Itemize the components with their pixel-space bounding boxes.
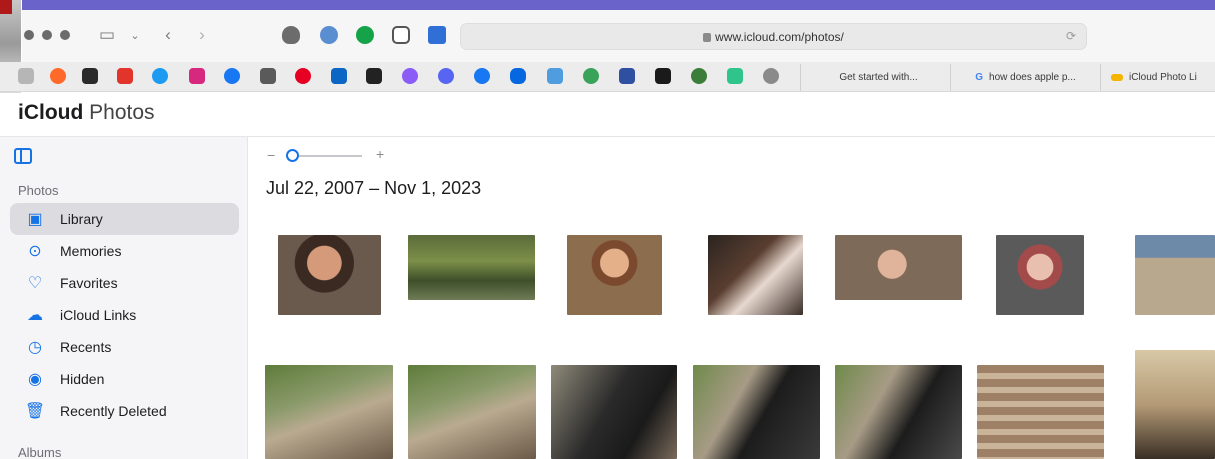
sidebar-section-photos: Photos	[18, 183, 59, 198]
bookmark-icon[interactable]	[50, 68, 66, 84]
browser-tab-active[interactable]: iCloud Photo Li	[1100, 64, 1215, 91]
back-arrow-icon[interactable]: ‹	[160, 23, 176, 47]
sidebar-toggle-icon[interactable]: ▭	[97, 23, 117, 47]
buffer-icon[interactable]	[428, 26, 446, 44]
photo-thumbnail[interactable]	[551, 365, 677, 459]
browser-tab[interactable]: Ghow does apple p...	[950, 64, 1100, 91]
app-title[interactable]: iCloud Photos	[16, 101, 155, 125]
discord-icon[interactable]	[438, 68, 454, 84]
photo-thumbnail[interactable]	[408, 365, 536, 459]
photo-thumbnail[interactable]	[1135, 350, 1215, 459]
photo-thumbnail[interactable]	[693, 365, 820, 459]
browser-tab[interactable]: Get started with...	[800, 64, 950, 91]
youtube-icon[interactable]	[117, 68, 133, 84]
photo-thumbnail[interactable]	[408, 235, 535, 300]
eye-slash-icon: ◉	[28, 371, 42, 388]
chevron-down-icon[interactable]: ⌄	[128, 23, 142, 47]
library-icon: ▣	[27, 211, 43, 228]
instagram-icon[interactable]	[189, 68, 205, 84]
sidebar-item-memories[interactable]: ⊙ Memories	[10, 235, 239, 267]
sidebar-section-albums: Albums	[18, 445, 62, 459]
sidebar-item-favorites[interactable]: ♡ Favorites	[10, 267, 239, 299]
app-header	[0, 93, 1215, 137]
tree-icon[interactable]	[691, 68, 707, 84]
photo-thumbnail[interactable]	[708, 235, 803, 315]
icloud-tab-icon	[1111, 74, 1123, 81]
photo-thumbnail[interactable]	[265, 365, 393, 459]
zoom-window-icon[interactable]	[60, 30, 70, 40]
pinterest-icon[interactable]	[295, 68, 311, 84]
clock-icon: ◷	[28, 339, 42, 356]
zoom-slider-track[interactable]	[292, 155, 362, 157]
extension-icon[interactable]	[320, 26, 338, 44]
address-bar[interactable]: www.icloud.com/photos/ ⟳	[460, 23, 1087, 50]
grammarly-icon[interactable]	[356, 26, 374, 44]
bookmark-icon[interactable]	[366, 68, 382, 84]
zoom-slider-knob[interactable]	[286, 149, 299, 162]
heart-icon: ♡	[27, 275, 43, 292]
minimize-window-icon[interactable]	[42, 30, 52, 40]
reload-icon[interactable]: ⟳	[1066, 29, 1076, 43]
meta-icon[interactable]	[510, 68, 526, 84]
bookmark-icon[interactable]	[260, 68, 276, 84]
cloud-link-icon: ☁	[27, 307, 43, 324]
zoom-out-button[interactable]: −	[267, 147, 275, 163]
notion-icon[interactable]	[392, 26, 410, 44]
sidebar-item-recently-deleted[interactable]: 🗑 Recently Deleted	[10, 395, 239, 427]
apple-icon[interactable]	[763, 68, 779, 84]
photo-thumbnail[interactable]	[835, 235, 962, 300]
twitter-icon[interactable]	[152, 68, 168, 84]
address-text: www.icloud.com/photos/	[715, 30, 844, 44]
bookmark-icon[interactable]	[82, 68, 98, 84]
bookmark-icon[interactable]	[727, 68, 743, 84]
photo-thumbnail[interactable]	[977, 365, 1104, 459]
photo-thumbnail[interactable]	[567, 235, 662, 315]
memories-icon: ⊙	[28, 243, 42, 260]
close-window-icon[interactable]	[24, 30, 34, 40]
trash-icon: 🗑	[24, 403, 46, 420]
sidebar-item-recents[interactable]: ◷ Recents	[10, 331, 239, 363]
sidebar-collapse-icon[interactable]	[14, 148, 32, 164]
sidebar-item-hidden[interactable]: ◉ Hidden	[10, 363, 239, 395]
bookmark-icon[interactable]	[547, 68, 563, 84]
google-icon: G	[975, 72, 984, 83]
privacy-shield-icon[interactable]	[282, 26, 300, 44]
photo-thumbnail[interactable]	[278, 235, 381, 315]
mastodon-icon[interactable]	[402, 68, 418, 84]
facebook-icon[interactable]	[474, 68, 490, 84]
photo-thumbnail[interactable]	[996, 235, 1084, 315]
date-range-title: Jul 22, 2007 – Nov 1, 2023	[266, 178, 482, 198]
photo-thumbnail[interactable]	[835, 365, 962, 459]
facebook-icon[interactable]	[224, 68, 240, 84]
bookmark-icon[interactable]	[18, 68, 34, 84]
bookmark-icon[interactable]	[583, 68, 599, 84]
sidebar-item-library[interactable]: ▣ Library	[10, 203, 239, 235]
bookmark-icon[interactable]	[619, 68, 635, 84]
bookmark-icon[interactable]	[655, 68, 671, 84]
linkedin-icon[interactable]	[331, 68, 347, 84]
photo-thumbnail[interactable]	[1135, 235, 1215, 315]
zoom-in-button[interactable]: +	[376, 146, 384, 162]
window-top-band	[0, 0, 1215, 10]
sidebar-item-icloud-links[interactable]: ☁ iCloud Links	[10, 299, 239, 331]
lock-icon	[703, 33, 712, 42]
forward-arrow-icon[interactable]: ›	[194, 23, 210, 47]
